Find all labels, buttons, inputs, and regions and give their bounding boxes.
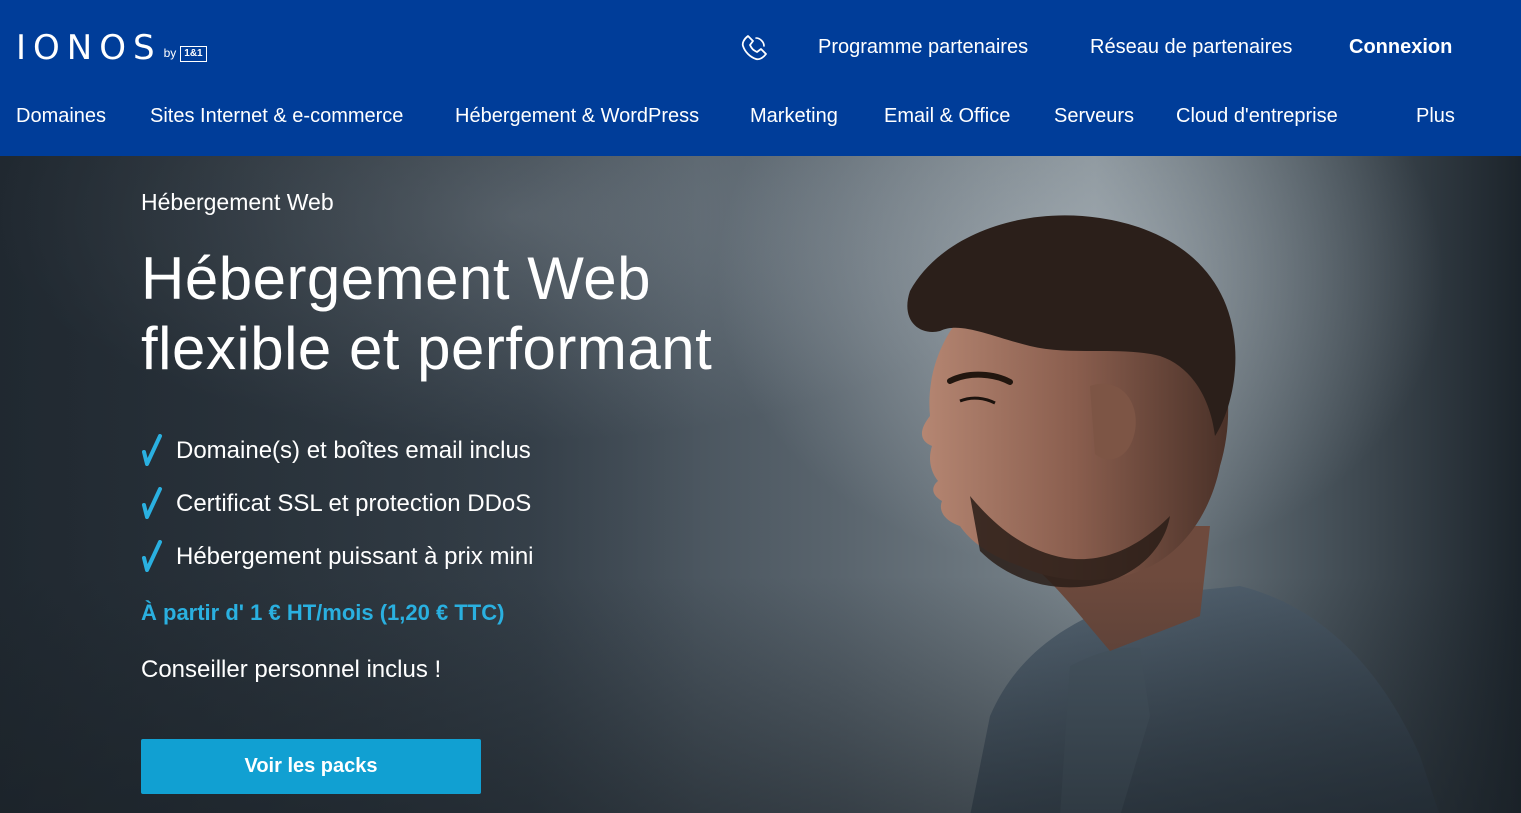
feature-text: Certificat SSL et protection DDoS: [176, 489, 532, 517]
headline-line-2: flexible et performant: [141, 315, 713, 382]
hero-headline: Hébergement Web flexible et performant: [141, 244, 712, 384]
hero-eyebrow: Hébergement Web: [141, 189, 334, 215]
ionos-logo[interactable]: IONOS by 1&1: [16, 26, 207, 66]
feature-item: Domaine(s) et boîtes email inclus: [141, 424, 534, 477]
feature-item: Hébergement puissant à prix mini: [141, 530, 534, 583]
logo-by-text: by: [163, 46, 177, 60]
phone-icon[interactable]: [738, 32, 770, 64]
nav-item-cloud[interactable]: Cloud d'entreprise: [1176, 103, 1338, 129]
feature-item: Certificat SSL et protection DDoS: [141, 477, 534, 530]
logo-1and1-badge: 1&1: [180, 46, 207, 62]
nav-item-plus[interactable]: Plus: [1416, 103, 1455, 129]
check-icon: [142, 486, 162, 519]
login-link[interactable]: Connexion: [1349, 34, 1452, 60]
nav-item-marketing[interactable]: Marketing: [750, 103, 838, 129]
nav-item-sites-internet[interactable]: Sites Internet & e-commerce: [150, 103, 403, 129]
nav-item-hebergement[interactable]: Hébergement & WordPress: [455, 103, 699, 129]
headline-line-1: Hébergement Web: [141, 245, 651, 312]
price-text: À partir d' 1 € HT/mois (1,20 € TTC): [141, 600, 505, 625]
feature-text: Domaine(s) et boîtes email inclus: [176, 436, 531, 464]
feature-text: Hébergement puissant à prix mini: [176, 542, 534, 570]
hero-section: Hébergement Web Hébergement Web flexible…: [0, 156, 1521, 813]
site-header: IONOS by 1&1 Programme partenaires Résea…: [0, 0, 1521, 156]
link-reseau-partenaires[interactable]: Réseau de partenaires: [1090, 34, 1292, 60]
nav-item-domaines[interactable]: Domaines: [16, 103, 106, 129]
voir-les-packs-button[interactable]: Voir les packs: [141, 739, 481, 794]
link-programme-partenaires[interactable]: Programme partenaires: [818, 34, 1028, 60]
logo-wordmark: IONOS: [16, 28, 162, 68]
nav-item-email-office[interactable]: Email & Office: [884, 103, 1010, 129]
check-icon: [142, 539, 162, 572]
feature-list: Domaine(s) et boîtes email inclus Certif…: [141, 424, 534, 583]
check-icon: [142, 433, 162, 466]
nav-item-serveurs[interactable]: Serveurs: [1054, 103, 1134, 129]
advisor-text: Conseiller personnel inclus !: [141, 656, 442, 683]
